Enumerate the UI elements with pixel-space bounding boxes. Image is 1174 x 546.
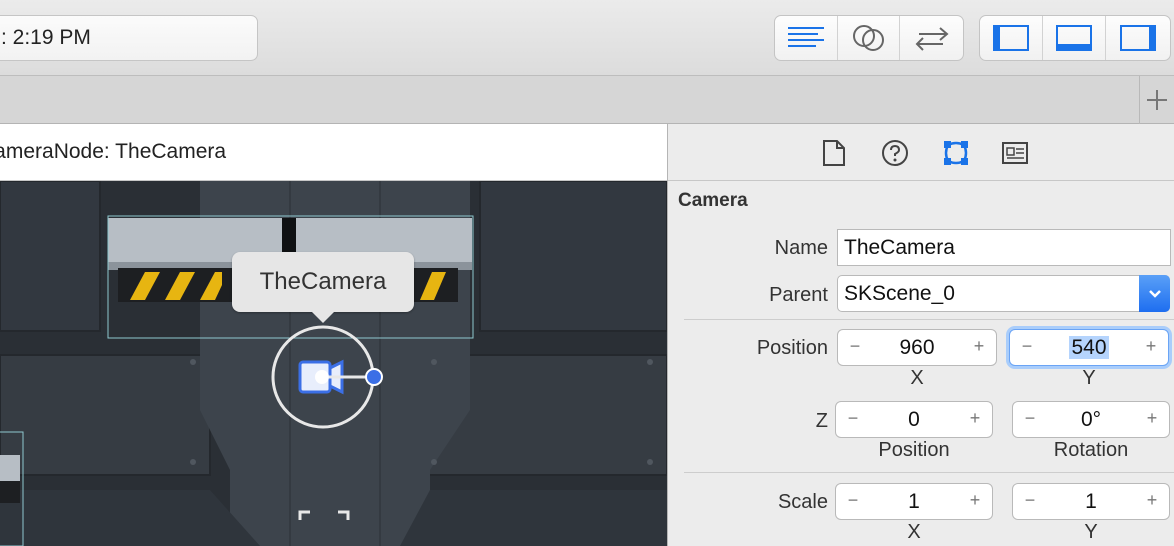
attributes-icon (944, 141, 968, 165)
decrement-button[interactable]: − (1013, 402, 1047, 437)
increment-button[interactable]: + (1134, 330, 1168, 365)
position-x-value[interactable]: 960 (872, 330, 962, 365)
editor-tab-bar (0, 76, 1174, 124)
z-position-value[interactable]: 0 (870, 402, 958, 437)
assistant-editor-button[interactable] (838, 16, 901, 60)
name-field[interactable]: TheCamera (837, 229, 1171, 266)
version-editor-button[interactable] (900, 16, 963, 60)
position-x-caption: X (910, 367, 924, 389)
increment-button[interactable]: + (958, 402, 992, 437)
activity-text: : 2:19 PM (1, 26, 91, 49)
scale-y-value[interactable]: 1 (1047, 484, 1135, 519)
right-panel-icon (1119, 25, 1156, 51)
document-icon (823, 140, 845, 166)
scale-x-caption: X (907, 521, 921, 543)
parent-label: Parent (769, 284, 828, 306)
id-card-icon (1002, 142, 1028, 164)
name-value: TheCamera (844, 236, 955, 259)
navigator-toggle-button[interactable] (980, 16, 1043, 60)
z-rotation-value[interactable]: 0° (1047, 402, 1135, 437)
position-x-stepper[interactable]: − 960 + (837, 329, 997, 366)
decrement-button[interactable]: − (1010, 330, 1044, 365)
jump-bar-path[interactable]: CameraNode: TheCamera (0, 124, 226, 180)
z-position-caption: Position (878, 439, 950, 461)
z-rotation-stepper[interactable]: − 0° + (1012, 401, 1170, 438)
decrement-button[interactable]: − (838, 330, 872, 365)
increment-button[interactable]: + (1135, 484, 1169, 519)
help-icon (882, 140, 908, 166)
decrement-button[interactable]: − (836, 402, 870, 437)
divider (684, 319, 1174, 320)
position-y-selected-text: 540 (1069, 336, 1109, 359)
attributes-inspector-tab[interactable] (940, 137, 972, 169)
utilities-toggle-button[interactable] (1106, 16, 1169, 60)
decrement-button[interactable]: − (836, 484, 870, 519)
scene-editor-canvas[interactable]: TheCamera (0, 181, 667, 546)
inspector-tab-bar (668, 124, 1174, 181)
position-label: Position (756, 337, 828, 359)
position-y-caption: Y (1082, 367, 1096, 389)
add-tab-button[interactable] (1139, 76, 1174, 124)
toolbar: : 2:19 PM (0, 0, 1174, 76)
plus-icon (1147, 90, 1167, 110)
bottom-panel-icon (1056, 25, 1092, 51)
camera-section-title: Camera (678, 190, 748, 211)
assistant-editor-icon (852, 25, 884, 51)
divider (684, 472, 1174, 473)
increment-button[interactable]: + (962, 330, 996, 365)
increment-button[interactable]: + (1135, 402, 1169, 437)
scene-artwork (0, 181, 667, 546)
position-y-value[interactable]: 540 (1044, 330, 1134, 365)
activity-viewer: : 2:19 PM (0, 15, 258, 61)
standard-editor-button[interactable] (775, 16, 838, 60)
decrement-button[interactable]: − (1013, 484, 1047, 519)
position-y-stepper[interactable]: − 540 + (1009, 329, 1169, 366)
name-label: Name (774, 237, 828, 259)
z-position-stepper[interactable]: − 0 + (835, 401, 993, 438)
scale-label: Scale (777, 491, 828, 513)
scale-y-stepper[interactable]: − 1 + (1012, 483, 1170, 520)
scale-y-caption: Y (1084, 521, 1098, 543)
camera-name-label: TheCamera (259, 268, 387, 295)
editor-mode-segmented-control (774, 15, 964, 61)
debug-area-toggle-button[interactable] (1043, 16, 1106, 60)
arrows-left-right-icon (915, 27, 949, 51)
jump-bar[interactable]: CameraNode: TheCamera (0, 124, 667, 181)
parent-value: SKScene_0 (844, 282, 955, 305)
view-toggle-segmented-control (979, 15, 1171, 61)
z-rotation-caption: Rotation (1053, 439, 1129, 461)
identity-inspector-tab[interactable] (999, 137, 1031, 169)
parent-popup[interactable]: SKScene_0 (837, 275, 1170, 312)
z-label: Z (815, 410, 828, 432)
inspector-pane: Camera Name TheCamera Parent SKScene_0 P… (668, 124, 1174, 546)
left-panel-icon (993, 25, 1029, 51)
quick-help-tab[interactable] (879, 137, 911, 169)
chevron-down-icon (1139, 275, 1170, 312)
file-inspector-tab[interactable] (818, 137, 850, 169)
camera-name-tooltip: TheCamera (232, 252, 414, 323)
standard-editor-icon (787, 27, 824, 47)
scale-x-stepper[interactable]: − 1 + (835, 483, 993, 520)
increment-button[interactable]: + (958, 484, 992, 519)
scale-x-value[interactable]: 1 (870, 484, 958, 519)
